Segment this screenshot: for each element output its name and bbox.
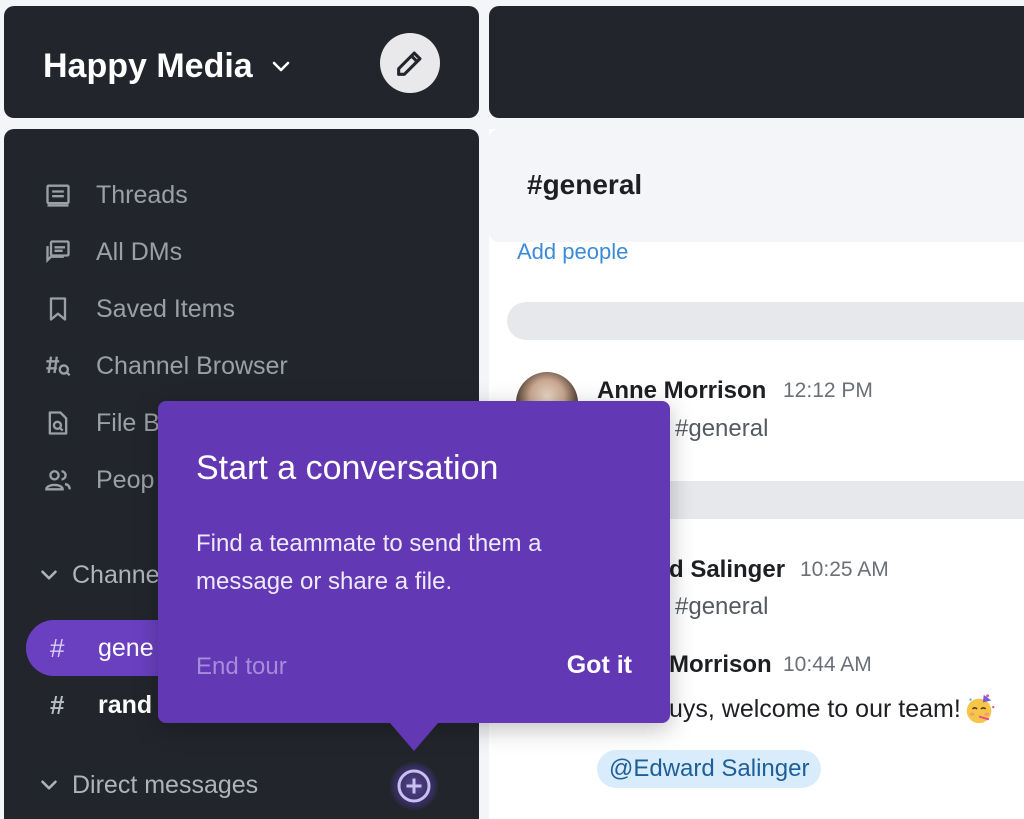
channel-label: rand bbox=[98, 690, 153, 719]
people-icon bbox=[42, 464, 74, 496]
section-label: Direct messages bbox=[72, 770, 259, 799]
team-header: Happy Media bbox=[4, 6, 479, 118]
tour-title: Start a conversation bbox=[196, 449, 499, 487]
nav-item-threads[interactable]: Threads bbox=[42, 177, 188, 213]
chevron-down-icon bbox=[41, 780, 57, 790]
message-author[interactable]: d Salinger bbox=[669, 556, 785, 584]
bookmark-icon bbox=[42, 293, 74, 325]
message-text: #general bbox=[675, 593, 769, 620]
got-it-button[interactable]: Got it bbox=[567, 651, 632, 680]
channel-label: gene bbox=[98, 633, 154, 662]
nav-item-all-dms[interactable]: All DMs bbox=[42, 234, 182, 270]
message-text: uys, welcome to our team! bbox=[669, 694, 961, 723]
message-body: uys, welcome to our team! bbox=[669, 692, 997, 726]
channel-title: #general bbox=[527, 169, 643, 200]
threads-icon bbox=[42, 179, 74, 211]
compose-button[interactable] bbox=[380, 33, 440, 93]
nav-label: Channel Browser bbox=[96, 351, 288, 380]
message-author[interactable]: Morrison bbox=[669, 651, 772, 679]
end-tour-button[interactable]: End tour bbox=[196, 653, 287, 681]
hash-icon: # bbox=[50, 632, 65, 663]
main-topbar bbox=[489, 6, 1024, 118]
nav-label: File B bbox=[96, 408, 160, 437]
date-divider bbox=[507, 302, 1024, 340]
nav-item-people[interactable]: Peop bbox=[42, 462, 154, 498]
nav-item-file-browser[interactable]: File B bbox=[42, 405, 160, 441]
file-search-icon bbox=[42, 407, 74, 439]
nav-label: Peop bbox=[96, 465, 155, 494]
nav-label: Saved Items bbox=[96, 294, 235, 323]
all-dms-icon bbox=[42, 236, 74, 268]
nav-label: All DMs bbox=[96, 237, 183, 266]
team-name: Happy Media bbox=[43, 47, 253, 85]
message-time: 10:25 AM bbox=[800, 558, 889, 581]
hash-icon: # bbox=[50, 689, 65, 720]
channels-section-toggle[interactable]: Channe bbox=[36, 557, 160, 593]
nav-item-saved-items[interactable]: Saved Items bbox=[42, 291, 235, 327]
direct-messages-section-toggle[interactable]: Direct messages bbox=[36, 767, 258, 803]
nav-label: Threads bbox=[96, 180, 188, 209]
channel-header: #general bbox=[489, 129, 1024, 242]
message-time: 10:44 AM bbox=[783, 653, 872, 676]
message-time: 12:12 PM bbox=[783, 379, 873, 402]
section-label: Channe bbox=[72, 560, 160, 589]
channel-browser-icon bbox=[42, 350, 74, 382]
chevron-down-icon bbox=[272, 61, 290, 72]
add-direct-message-button[interactable] bbox=[390, 762, 438, 810]
pencil-icon bbox=[397, 51, 422, 76]
tour-body: Find a teammate to send them a message o… bbox=[196, 530, 542, 595]
plus-circle-icon bbox=[397, 769, 431, 803]
chevron-down-icon bbox=[41, 570, 57, 580]
add-people-link[interactable]: Add people bbox=[517, 239, 628, 265]
mention-chip[interactable]: @Edward Salinger bbox=[597, 750, 822, 788]
nav-item-channel-browser[interactable]: Channel Browser bbox=[42, 348, 288, 384]
message-text: #general bbox=[675, 415, 769, 442]
party-face-icon bbox=[966, 694, 995, 724]
tour-popup: Start a conversation Find a teammate to … bbox=[158, 401, 670, 751]
team-switcher[interactable]: Happy Media bbox=[43, 46, 293, 86]
